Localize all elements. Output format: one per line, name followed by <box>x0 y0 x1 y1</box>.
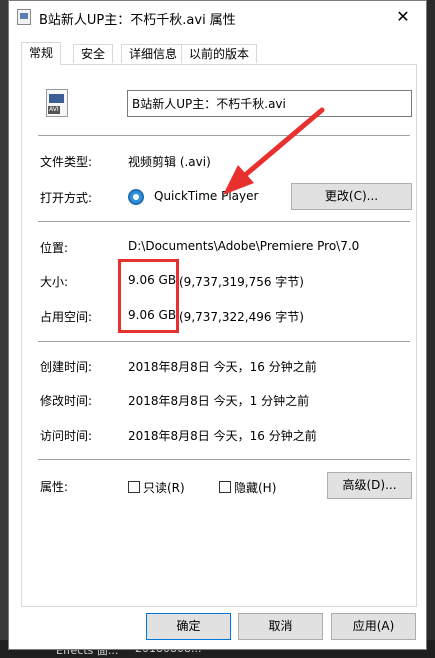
modified-label: 修改时间: <box>40 394 93 408</box>
advanced-button[interactable]: 高级(D)... <box>327 472 412 499</box>
general-panel: AVI 文件类型: 视频剪辑 (.avi) 打开方式: QuickTime Pl… <box>21 64 417 607</box>
tab-general[interactable]: 常规 <box>21 42 62 65</box>
modified-value: 2018年8月8日 今天，1 分钟之前 <box>128 394 310 408</box>
properties-dialog: B站新人UP主：不朽千秋.avi 属性 ✕ 常规 安全 详细信息 以前的版本 A… <box>8 0 427 650</box>
cancel-button[interactable]: 取消 <box>238 613 323 640</box>
tab-previous-versions[interactable]: 以前的版本 <box>181 44 258 63</box>
accessed-label: 访问时间: <box>40 429 93 443</box>
quicktime-icon <box>128 189 144 205</box>
divider <box>38 221 410 222</box>
divider <box>38 341 410 342</box>
disk-size-bytes: (9,737,322,496 字节) <box>179 310 304 324</box>
tab-security[interactable]: 安全 <box>73 44 114 63</box>
created-label: 创建时间: <box>40 360 93 374</box>
open-with-value: QuickTime Player <box>154 189 259 203</box>
size-highlight-box <box>118 259 179 333</box>
title-bar[interactable]: B站新人UP主：不朽千秋.avi 属性 ✕ <box>9 1 426 32</box>
readonly-checkbox[interactable] <box>128 481 140 493</box>
window-title: B站新人UP主：不朽千秋.avi 属性 <box>39 13 236 28</box>
size-label: 大小: <box>40 275 69 289</box>
location-value: D:\Documents\Adobe\Premiere Pro\7.0 <box>128 239 360 253</box>
close-icon: ✕ <box>396 7 410 26</box>
created-value: 2018年8月8日 今天，16 分钟之前 <box>128 360 317 374</box>
open-with-label: 打开方式: <box>40 191 93 205</box>
size-bytes: (9,737,319,756 字节) <box>179 275 304 289</box>
change-button[interactable]: 更改(C)... <box>291 183 412 210</box>
ok-button[interactable]: 确定 <box>146 613 231 640</box>
tab-details[interactable]: 详细信息 <box>121 44 186 63</box>
annotation-arrow <box>223 107 325 195</box>
close-button[interactable]: ✕ <box>384 3 422 30</box>
apply-button[interactable]: 应用(A) <box>331 613 416 640</box>
divider <box>38 459 410 460</box>
file-name-field[interactable] <box>127 90 412 117</box>
location-label: 位置: <box>40 241 69 255</box>
attributes-label: 属性: <box>40 480 69 494</box>
accessed-value: 2018年8月8日 今天，16 分钟之前 <box>128 429 317 443</box>
disk-size-label: 占用空间: <box>40 310 93 324</box>
hidden-label[interactable]: 隐藏(H) <box>234 479 276 496</box>
file-type-value: 视频剪辑 (.avi) <box>128 155 211 169</box>
file-icon <box>17 9 31 25</box>
divider <box>38 135 410 136</box>
avi-file-icon: AVI <box>46 89 68 117</box>
readonly-label[interactable]: 只读(R) <box>143 479 185 496</box>
hidden-checkbox[interactable] <box>219 481 231 493</box>
file-type-label: 文件类型: <box>40 155 93 169</box>
